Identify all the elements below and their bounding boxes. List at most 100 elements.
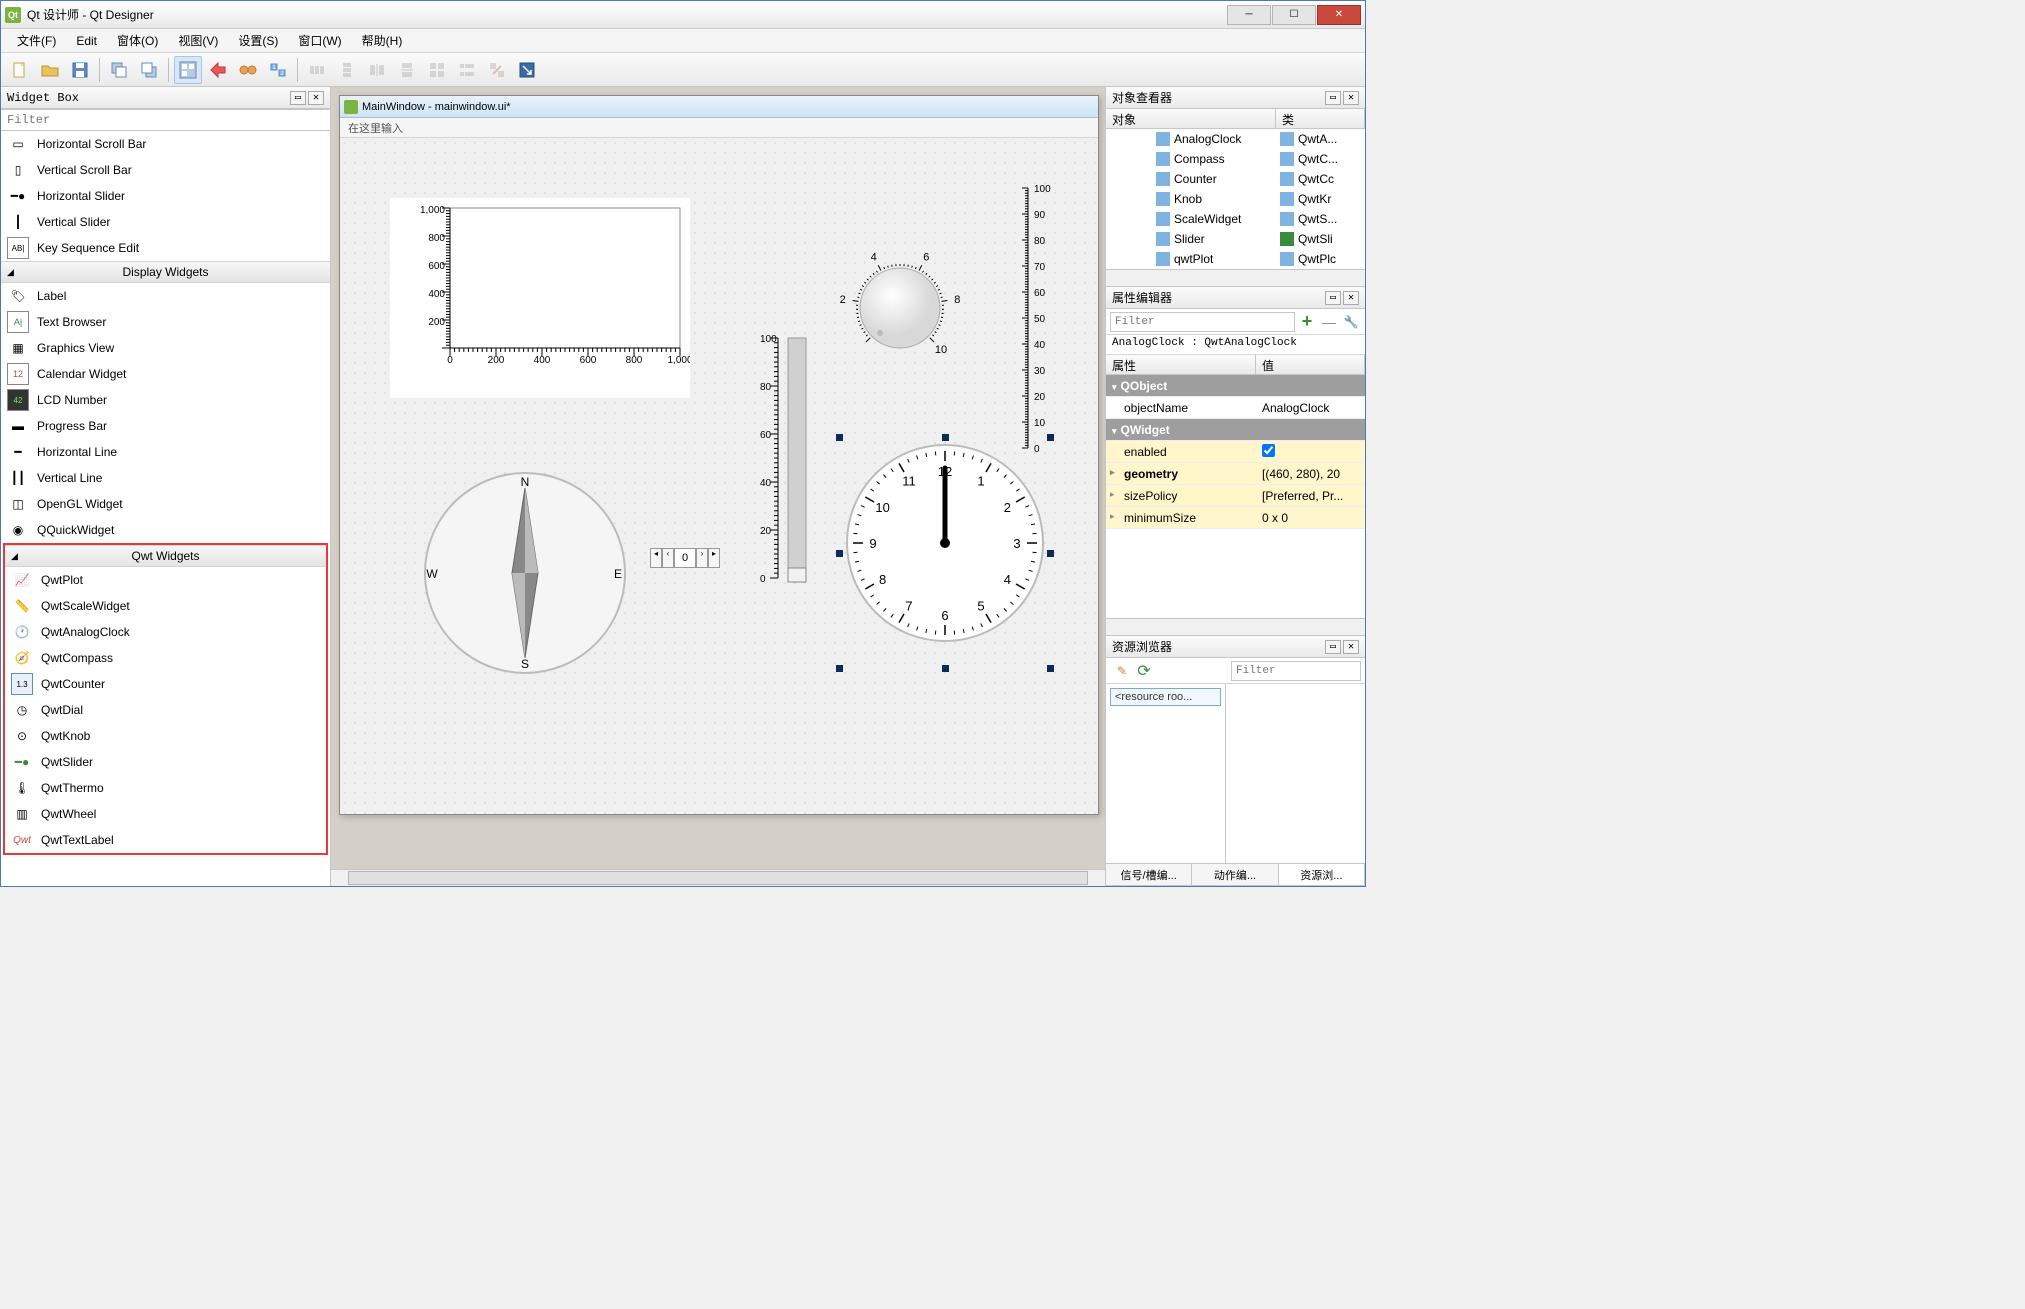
object-row[interactable]: CompassQwtC... [1106, 149, 1365, 169]
widget-item[interactable]: ▥QwtWheel [5, 801, 326, 827]
property-filter-input[interactable] [1110, 312, 1295, 332]
selection-handle[interactable] [1047, 665, 1054, 672]
widget-item[interactable]: ▭Horizontal Scroll Bar [1, 131, 330, 157]
widget-item[interactable]: 42LCD Number [1, 387, 330, 413]
selection-handle[interactable] [1047, 550, 1054, 557]
tab-resource-browser[interactable]: 资源浏... [1279, 864, 1365, 885]
layout-hsplit-icon[interactable] [363, 56, 391, 84]
counter-inc-button[interactable]: › [696, 548, 708, 568]
property-row[interactable]: ▸sizePolicy[Preferred, Pr... [1106, 485, 1365, 507]
edit-tab-order-icon[interactable]: 12 [264, 56, 292, 84]
property-remove-button[interactable]: — [1319, 312, 1339, 332]
canvas-hscrollbar[interactable] [331, 869, 1105, 886]
object-inspector-close-button[interactable]: ✕ [1343, 91, 1359, 105]
resource-filter-input[interactable] [1231, 661, 1361, 681]
send-back-icon[interactable] [105, 56, 133, 84]
selection-handle[interactable] [942, 434, 949, 441]
maximize-button[interactable]: ☐ [1272, 5, 1316, 25]
resource-tree[interactable]: <resource roo... [1106, 684, 1226, 863]
enabled-checkbox[interactable] [1262, 444, 1275, 457]
object-inspector-float-button[interactable]: ▭ [1325, 91, 1341, 105]
widget-category-qwt[interactable]: ◢Qwt Widgets [5, 545, 326, 567]
selection-handle[interactable] [942, 665, 949, 672]
widget-box-filter-input[interactable] [1, 109, 330, 131]
widget-item[interactable]: 🌡QwtThermo [5, 775, 326, 801]
qwtplot-widget[interactable]: 1,000 800 600 400 200 [390, 198, 690, 398]
property-group[interactable]: ▾QObject [1106, 375, 1365, 397]
property-hscrollbar[interactable] [1106, 618, 1365, 635]
resource-root-item[interactable]: <resource roo... [1110, 688, 1221, 706]
break-layout-icon[interactable] [483, 56, 511, 84]
property-group[interactable]: ▾QWidget [1106, 419, 1365, 441]
widget-item[interactable]: ━●QwtSlider [5, 749, 326, 775]
counter-dec2-button[interactable]: ◂ [650, 548, 662, 568]
adjust-size-icon[interactable] [513, 56, 541, 84]
widget-item[interactable]: ◫OpenGL Widget [1, 491, 330, 517]
menu-window[interactable]: 窗口(W) [288, 29, 351, 52]
widget-item[interactable]: ▬Progress Bar [1, 413, 330, 439]
object-hscrollbar[interactable] [1106, 269, 1365, 286]
property-editor-close-button[interactable]: ✕ [1343, 291, 1359, 305]
object-row[interactable]: CounterQwtCc [1106, 169, 1365, 189]
widget-item[interactable]: ◉QQuickWidget [1, 517, 330, 543]
form-canvas[interactable]: 1,000 800 600 400 200 [340, 138, 1098, 814]
qwtthermo-widget[interactable]: 100806040200 [760, 328, 810, 588]
bring-front-icon[interactable] [135, 56, 163, 84]
widget-item[interactable]: ▯Vertical Scroll Bar [1, 157, 330, 183]
edit-widgets-icon[interactable] [174, 56, 202, 84]
property-row[interactable]: ▸minimumSize0 x 0 [1106, 507, 1365, 529]
property-row[interactable]: objectNameAnalogClock [1106, 397, 1365, 419]
form-menubar[interactable]: 在这里输入 [340, 118, 1098, 138]
widget-box-close-button[interactable]: ✕ [308, 91, 324, 105]
object-row[interactable]: qwtPlotQwtPlc [1106, 249, 1365, 269]
resource-browser-float-button[interactable]: ▭ [1325, 640, 1341, 654]
selection-handle[interactable] [836, 665, 843, 672]
layout-vsplit-icon[interactable] [393, 56, 421, 84]
widget-category-display[interactable]: ◢Display Widgets [1, 261, 330, 283]
save-file-icon[interactable] [66, 56, 94, 84]
object-row[interactable]: AnalogClockQwtA... [1106, 129, 1365, 149]
counter-inc2-button[interactable]: ▸ [708, 548, 720, 568]
property-add-button[interactable]: + [1297, 312, 1317, 332]
qwtscale-widget[interactable]: 1009080706050403020100 [1020, 178, 1060, 458]
counter-value[interactable]: 0 [674, 548, 696, 568]
new-file-icon[interactable] [6, 56, 34, 84]
widget-box-float-button[interactable]: ▭ [290, 91, 306, 105]
widget-item[interactable]: ▦Graphics View [1, 335, 330, 361]
layout-h-icon[interactable] [303, 56, 331, 84]
widget-item[interactable]: ⊙QwtKnob [5, 723, 326, 749]
menu-settings[interactable]: 设置(S) [228, 29, 288, 52]
widget-item[interactable]: 1.3QwtCounter [5, 671, 326, 697]
menu-view[interactable]: 视图(V) [168, 29, 228, 52]
widget-item[interactable]: 📏QwtScaleWidget [5, 593, 326, 619]
resource-reload-button[interactable]: ⟳ [1134, 661, 1154, 681]
qwtcompass-widget[interactable]: N E S W [410, 458, 640, 688]
counter-dec-button[interactable]: ‹ [662, 548, 674, 568]
widget-item[interactable]: 🧭QwtCompass [5, 645, 326, 671]
menu-file[interactable]: 文件(F) [7, 29, 66, 52]
menu-edit[interactable]: Edit [66, 31, 107, 51]
qwtanalogclock-widget[interactable]: 121234567891011 [840, 438, 1050, 668]
selection-handle[interactable] [836, 434, 843, 441]
widget-item[interactable]: A|Text Browser [1, 309, 330, 335]
layout-grid-icon[interactable] [423, 56, 451, 84]
minimize-button[interactable]: ─ [1227, 5, 1271, 25]
property-editor-float-button[interactable]: ▭ [1325, 291, 1341, 305]
widget-item[interactable]: 12Calendar Widget [1, 361, 330, 387]
tab-action-editor[interactable]: 动作编... [1192, 864, 1278, 885]
widget-item[interactable]: AB|Key Sequence Edit [1, 235, 330, 261]
form-window[interactable]: MainWindow - mainwindow.ui* 在这里输入 1,000 [339, 95, 1099, 815]
menu-form[interactable]: 窗体(O) [107, 29, 168, 52]
widget-item[interactable]: ━Horizontal Line [1, 439, 330, 465]
widget-list[interactable]: ▭Horizontal Scroll Bar ▯Vertical Scroll … [1, 131, 330, 886]
layout-form-icon[interactable] [453, 56, 481, 84]
widget-item[interactable]: 📈QwtPlot [5, 567, 326, 593]
qwtcounter-widget[interactable]: ◂ ‹ 0 › ▸ [650, 548, 720, 568]
object-row[interactable]: SliderQwtSli [1106, 229, 1365, 249]
widget-item[interactable]: ━●Horizontal Slider [1, 183, 330, 209]
object-row[interactable]: KnobQwtKr [1106, 189, 1365, 209]
widget-item[interactable]: ┃┃Vertical Line [1, 465, 330, 491]
widget-item[interactable]: ◷QwtDial [5, 697, 326, 723]
widget-item[interactable]: 🕐QwtAnalogClock [5, 619, 326, 645]
selection-handle[interactable] [836, 550, 843, 557]
